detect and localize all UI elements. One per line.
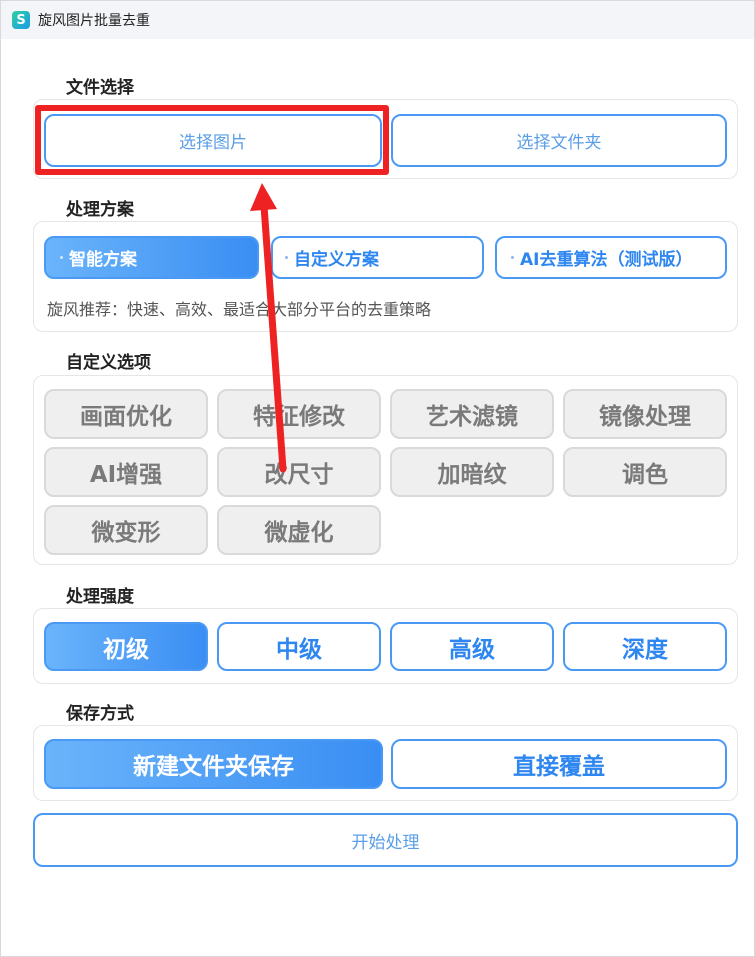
- save-mode-panel: 新建文件夹保存 直接覆盖: [33, 725, 738, 801]
- save-overwrite-button[interactable]: 直接覆盖: [391, 739, 727, 789]
- strength-panel: 初级 中级 高级 深度: [33, 608, 738, 684]
- strength-option-high[interactable]: 高级: [390, 622, 554, 671]
- custom-option-image-optimize[interactable]: 画面优化: [44, 389, 208, 439]
- file-select-panel: 选择图片 选择文件夹: [33, 99, 738, 179]
- title-bar: S 旋风图片批量去重: [1, 1, 754, 39]
- custom-option-resize[interactable]: 改尺寸: [217, 447, 381, 497]
- custom-option-ai-enhance[interactable]: AI增强: [44, 447, 208, 497]
- custom-option-color[interactable]: 调色: [563, 447, 727, 497]
- plan-option-label: AI去重算法（测试版）: [520, 250, 693, 270]
- custom-option-watermark[interactable]: 加暗纹: [390, 447, 554, 497]
- custom-options-panel: 画面优化 特征修改 艺术滤镜 镜像处理 AI增强 改尺寸 加暗纹 调色 微变形 …: [33, 375, 738, 565]
- app-logo-icon: S: [12, 11, 30, 29]
- select-images-button[interactable]: 选择图片: [44, 114, 382, 167]
- custom-option-blur[interactable]: 微虚化: [217, 505, 381, 555]
- custom-options-label: 自定义选项: [66, 353, 151, 373]
- app-window: S 旋风图片批量去重 文件选择 选择图片 选择文件夹 处理方案 智能方案 自定义…: [0, 0, 755, 957]
- plan-option-smart[interactable]: 智能方案: [44, 236, 259, 279]
- plan-option-custom[interactable]: 自定义方案: [271, 236, 484, 279]
- bullet-dot: [60, 256, 63, 259]
- plan-option-label: 智能方案: [69, 250, 137, 270]
- strength-option-basic[interactable]: 初级: [44, 622, 208, 671]
- save-mode-label: 保存方式: [66, 704, 134, 724]
- plan-label: 处理方案: [66, 200, 134, 220]
- file-select-label: 文件选择: [66, 78, 134, 98]
- start-processing-button[interactable]: 开始处理: [33, 813, 738, 867]
- custom-option-feature-modify[interactable]: 特征修改: [217, 389, 381, 439]
- select-folder-button[interactable]: 选择文件夹: [391, 114, 727, 167]
- custom-option-art-filter[interactable]: 艺术滤镜: [390, 389, 554, 439]
- window-title: 旋风图片批量去重: [38, 13, 150, 29]
- bullet-dot: [511, 256, 514, 259]
- plan-option-ai[interactable]: AI去重算法（测试版）: [495, 236, 727, 279]
- plan-recommendation-text: 旋风推荐：快速、高效、最适合大部分平台的去重策略: [47, 300, 432, 319]
- plan-option-label: 自定义方案: [294, 250, 379, 270]
- custom-option-warp[interactable]: 微变形: [44, 505, 208, 555]
- custom-option-mirror[interactable]: 镜像处理: [563, 389, 727, 439]
- strength-option-medium[interactable]: 中级: [217, 622, 381, 671]
- strength-label: 处理强度: [66, 587, 134, 607]
- strength-option-deep[interactable]: 深度: [563, 622, 727, 671]
- save-new-folder-button[interactable]: 新建文件夹保存: [44, 739, 383, 789]
- bullet-dot: [285, 256, 288, 259]
